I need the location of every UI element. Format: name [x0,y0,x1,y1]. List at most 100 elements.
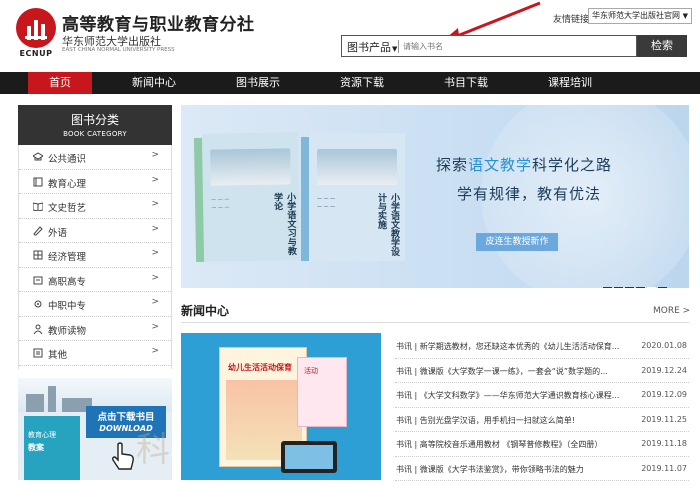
download-label: 点击下载书目 [97,412,155,423]
nav-item-training[interactable]: 课程培训 [538,72,602,94]
category-item-vocational-college[interactable]: 高职高专 > [19,268,171,292]
news-item-text: 书讯 | 微课版《大学书法鉴赏》，带你领略书法的魅力 [396,464,584,474]
category-list: 公共通识 > 教育心理 > 文史哲艺 > 外语 > 经济管理 > 高职高专 > [18,145,172,369]
category-title-en: BOOK CATEGORY [63,130,127,138]
carousel-dot-active[interactable] [647,287,656,288]
category-item-general[interactable]: 公共通识 > [19,145,171,170]
chevron-right-icon: > [151,150,159,160]
news-section-title: 新闻中心 [181,304,230,318]
list-icon [33,348,43,358]
news-more-link[interactable]: MORE > [653,306,690,316]
header: ECNUP 高等教育与职业教育分社 华东师范大学出版社 EAST CHINA N… [0,0,700,72]
carousel-dot[interactable] [658,287,667,288]
category-item-other[interactable]: 其他 > [19,341,171,366]
chevron-right-icon: > [151,297,159,307]
news-item-date: 2019.11.07 [641,463,687,473]
news-item-date: 2019.12.09 [641,390,687,399]
search-button[interactable]: 检索 [637,35,687,57]
gear-icon [34,300,42,308]
hero-banner[interactable]: 小学语文习与教学论 — — — — — — 小学语文教学设计与实施 — — — — … [181,105,689,288]
news-item-text: 书讯 | 《大学文科数学》——华东师范大学通识教育核心课程... [396,391,620,400]
search-box: 图书产品▼ [341,35,637,57]
category-item-economics[interactable]: 经济管理 > [19,243,171,268]
promo-watermark: 科 [136,430,170,470]
category-label: 外语 [48,227,68,239]
category-item-vocational-secondary[interactable]: 中职中专 > [19,292,171,317]
carousel-indicators [601,277,667,288]
carousel-dot[interactable] [625,287,634,288]
news-item[interactable]: 书讯 | 微课版《大学书法鉴赏》，带你领略书法的魅力 2019.11.07 [395,457,689,481]
friend-link-select[interactable]: 华东师范大学出版社官网 ▼ [588,8,692,24]
promo-book-label: 教育心理 [28,431,56,439]
news-item-date: 2019.12.24 [641,365,687,375]
document-icon [33,276,43,284]
pointing-hand-icon [112,442,134,470]
news-item[interactable]: 书讯 | 《大学文科数学》——华东师范大学通识教育核心课程... 2019.12… [395,383,689,408]
category-label: 教育心理 [48,178,87,190]
grid-icon [33,250,43,260]
category-label: 文史哲艺 [48,203,87,214]
caret-down-icon: ▼ [392,45,398,53]
promo-book-sub: 教案 [28,443,44,452]
news-item[interactable]: 书讯 | 高等院校音乐通用教材 《钢琴普修教程》（全四册） 2019.11.18 [395,432,689,457]
promo-book: 教育心理 教案 [24,416,80,480]
page: ECNUP 高等教育与职业教育分社 华东师范大学出版社 EAST CHINA N… [0,0,700,497]
search-input[interactable] [403,39,631,54]
category-label: 教师读物 [48,325,87,337]
chevron-right-icon: > [151,346,159,356]
banner-slogan-highlight: 语文教学 [468,156,533,174]
news-item[interactable]: 书讯 | 告别光盘学汉语，用手机扫一扫就这么简单! 2019.11.25 [395,408,689,432]
category-item-teacher-reading[interactable]: 教师读物 > [19,317,171,341]
news-item-date: 2020.01.08 [641,341,687,350]
news-item[interactable]: 书讯 | 新学期选教材，您还缺这本优秀的《幼儿生活活动保育... 2020.01… [395,334,689,359]
chevron-right-icon: > [151,199,159,209]
banner-book-2: 小学语文教学设计与实施 — — — — — — [301,133,405,261]
search-category-select[interactable]: 图书产品▼ [347,39,397,55]
chevron-right-icon: > [151,248,159,258]
search-divider [398,40,399,53]
pen-icon [33,225,43,235]
category-label: 经济管理 [48,252,87,263]
news-featured-book-title: 幼儿生活活动保育 [228,363,292,372]
news-featured-image[interactable]: 幼儿生活活动保育 活动 [181,333,381,480]
category-label: 其他 [48,350,68,361]
banner-slogan-line1: 探索语文教学科学化之路 [436,156,613,174]
nav-item-news[interactable]: 新闻中心 [122,72,186,94]
friend-link-label: 友情链接: [553,15,593,25]
nav-item-catalog[interactable]: 书目下载 [434,72,498,94]
publisher-subtitle-en: EAST CHINA NORMAL UNIVERSITY PRESS [62,47,175,53]
chevron-right-icon: > [151,174,159,185]
carousel-dot[interactable] [603,287,612,288]
nav-item-resources[interactable]: 资源下载 [330,72,394,94]
chevron-right-icon: > [151,321,159,332]
banner-book-1-title: 小学语文习与教学论 [271,192,297,256]
chevron-right-icon: > [151,272,159,283]
logo[interactable]: ECNUP [14,8,58,60]
banner-slogan-line2: 学有规律，教有优法 [457,185,602,203]
news-item-text: 书讯 | 告别光盘学汉语，用手机扫一扫就这么简单! [396,415,575,425]
news-item[interactable]: 书讯 | 微课版《大学数学一课一练》，一套会“说”数学题的... 2019.12… [395,359,689,383]
category-item-education[interactable]: 教育心理 > [19,170,171,194]
news-side-book-label: 活动 [304,367,318,375]
main-nav: 首页 新闻中心 图书展示 资源下载 书目下载 课程培训 [0,72,700,94]
nav-item-home[interactable]: 首页 [28,72,92,94]
person-icon [33,324,43,334]
category-item-languages[interactable]: 外语 > [19,219,171,243]
cap-icon [33,152,43,161]
logo-text: ECNUP [19,49,53,58]
category-label: 公共通识 [48,154,87,165]
news-divider [181,322,689,323]
nav-item-books[interactable]: 图书展示 [226,72,290,94]
category-item-humanities[interactable]: 文史哲艺 > [19,194,171,219]
category-header: 图书分类 BOOK CATEGORY [18,105,172,145]
news-item-date: 2019.11.25 [641,414,687,424]
carousel-dot[interactable] [636,287,645,288]
catalog-download-banner[interactable]: 教育心理 教案 点击下载书目 DOWNLOAD 科 [18,378,172,480]
news-featured-book-2: 活动 [297,357,347,427]
carousel-dot[interactable] [614,287,623,288]
tablet-graphic [281,441,337,473]
logo-mark [16,8,56,48]
category-label: 高职高专 [48,276,87,288]
banner-book-2-title: 小学语文教学设计与实施 [376,193,399,256]
banner-book-1: 小学语文习与教学论 — — — — — — [193,132,301,262]
